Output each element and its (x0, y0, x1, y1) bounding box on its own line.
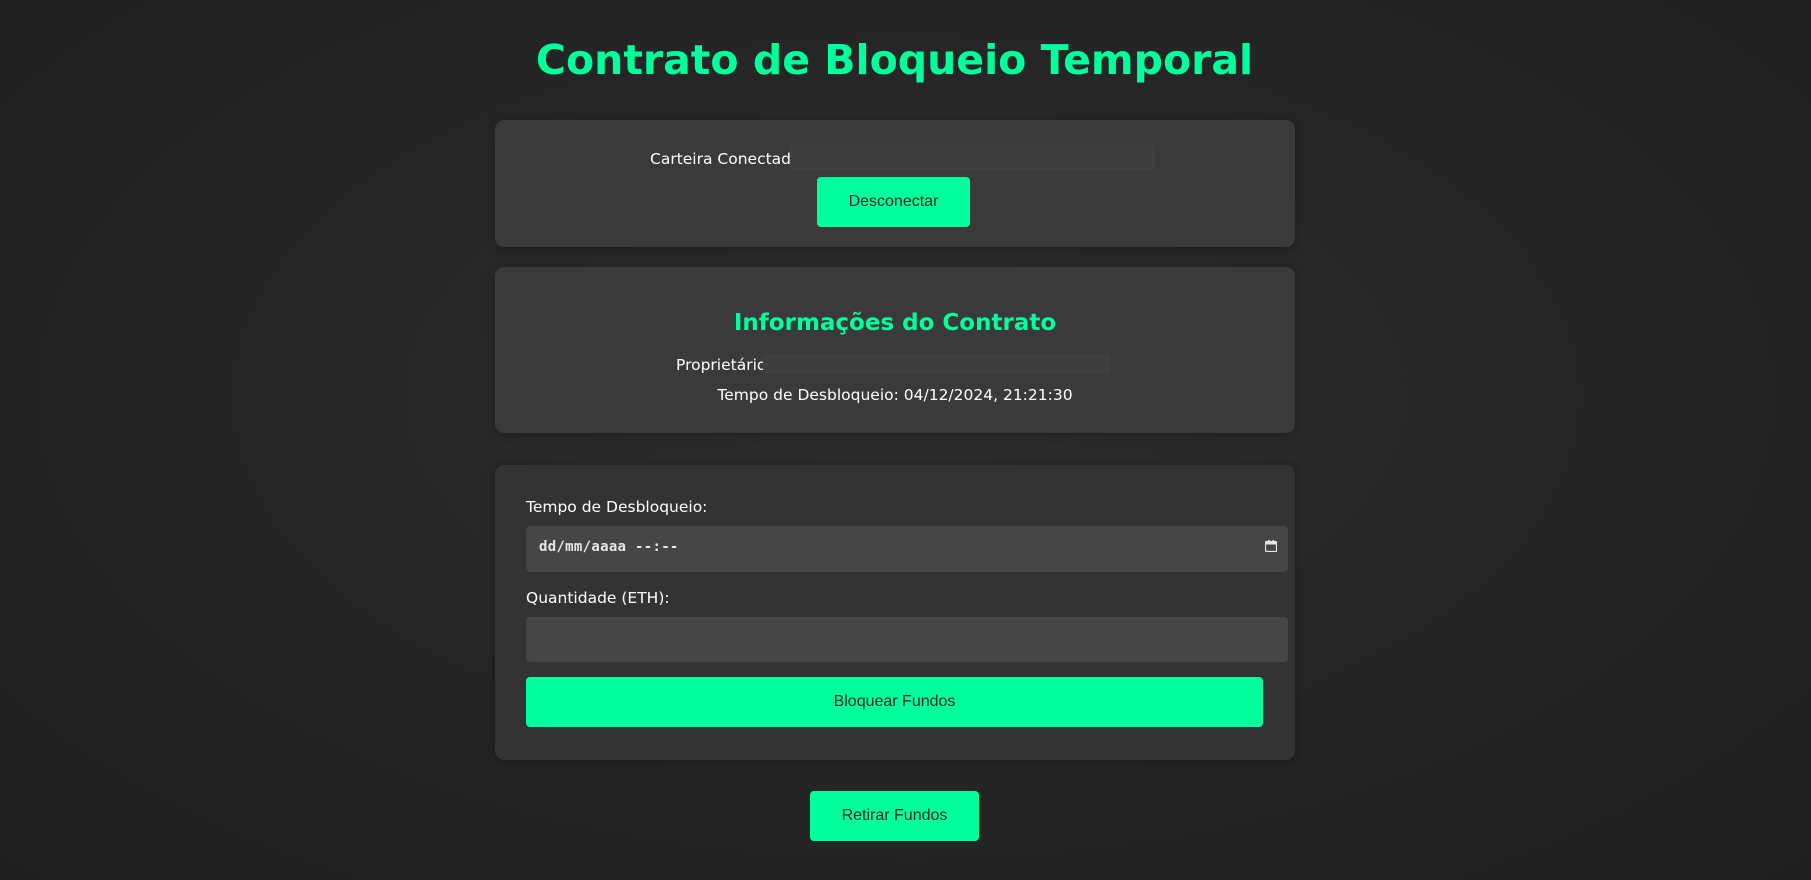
unlock-time-input[interactable]: dd/mm/aaaa --:-- (526, 526, 1288, 572)
disconnect-button[interactable]: Desconectar (817, 177, 970, 227)
contract-info-card: Informações do Contrato Proprietário: Te… (495, 267, 1295, 433)
page-title: Contrato de Bloqueio Temporal (535, 36, 1254, 84)
unlock-time-value: 04/12/2024, 21:21:30 (903, 386, 1073, 404)
unlock-time-display: Tempo de Desbloqueio: 04/12/2024, 21:21:… (495, 386, 1295, 404)
unlock-time-label: Tempo de Desbloqueio: (717, 386, 899, 404)
owner-address (763, 353, 1111, 375)
wallet-address (790, 144, 1155, 171)
contract-info-title: Informações do Contrato (733, 310, 1057, 336)
unlock-time-placeholder: dd/mm/aaaa --:-- (539, 539, 679, 555)
withdraw-button[interactable]: Retirar Fundos (810, 791, 979, 841)
owner-label: Proprietário: (676, 356, 772, 374)
lock-funds-button[interactable]: Bloquear Fundos (526, 677, 1263, 727)
calendar-icon[interactable] (1265, 540, 1277, 552)
amount-input[interactable] (526, 617, 1288, 662)
amount-field-label: Quantidade (ETH): (526, 589, 670, 607)
wallet-label: Carteira Conectada: (650, 150, 806, 168)
unlock-time-field-label: Tempo de Desbloqueio: (526, 498, 708, 516)
lock-funds-form: Tempo de Desbloqueio: dd/mm/aaaa --:-- Q… (495, 465, 1295, 760)
wallet-card: Carteira Conectada: Desconectar (495, 120, 1295, 247)
